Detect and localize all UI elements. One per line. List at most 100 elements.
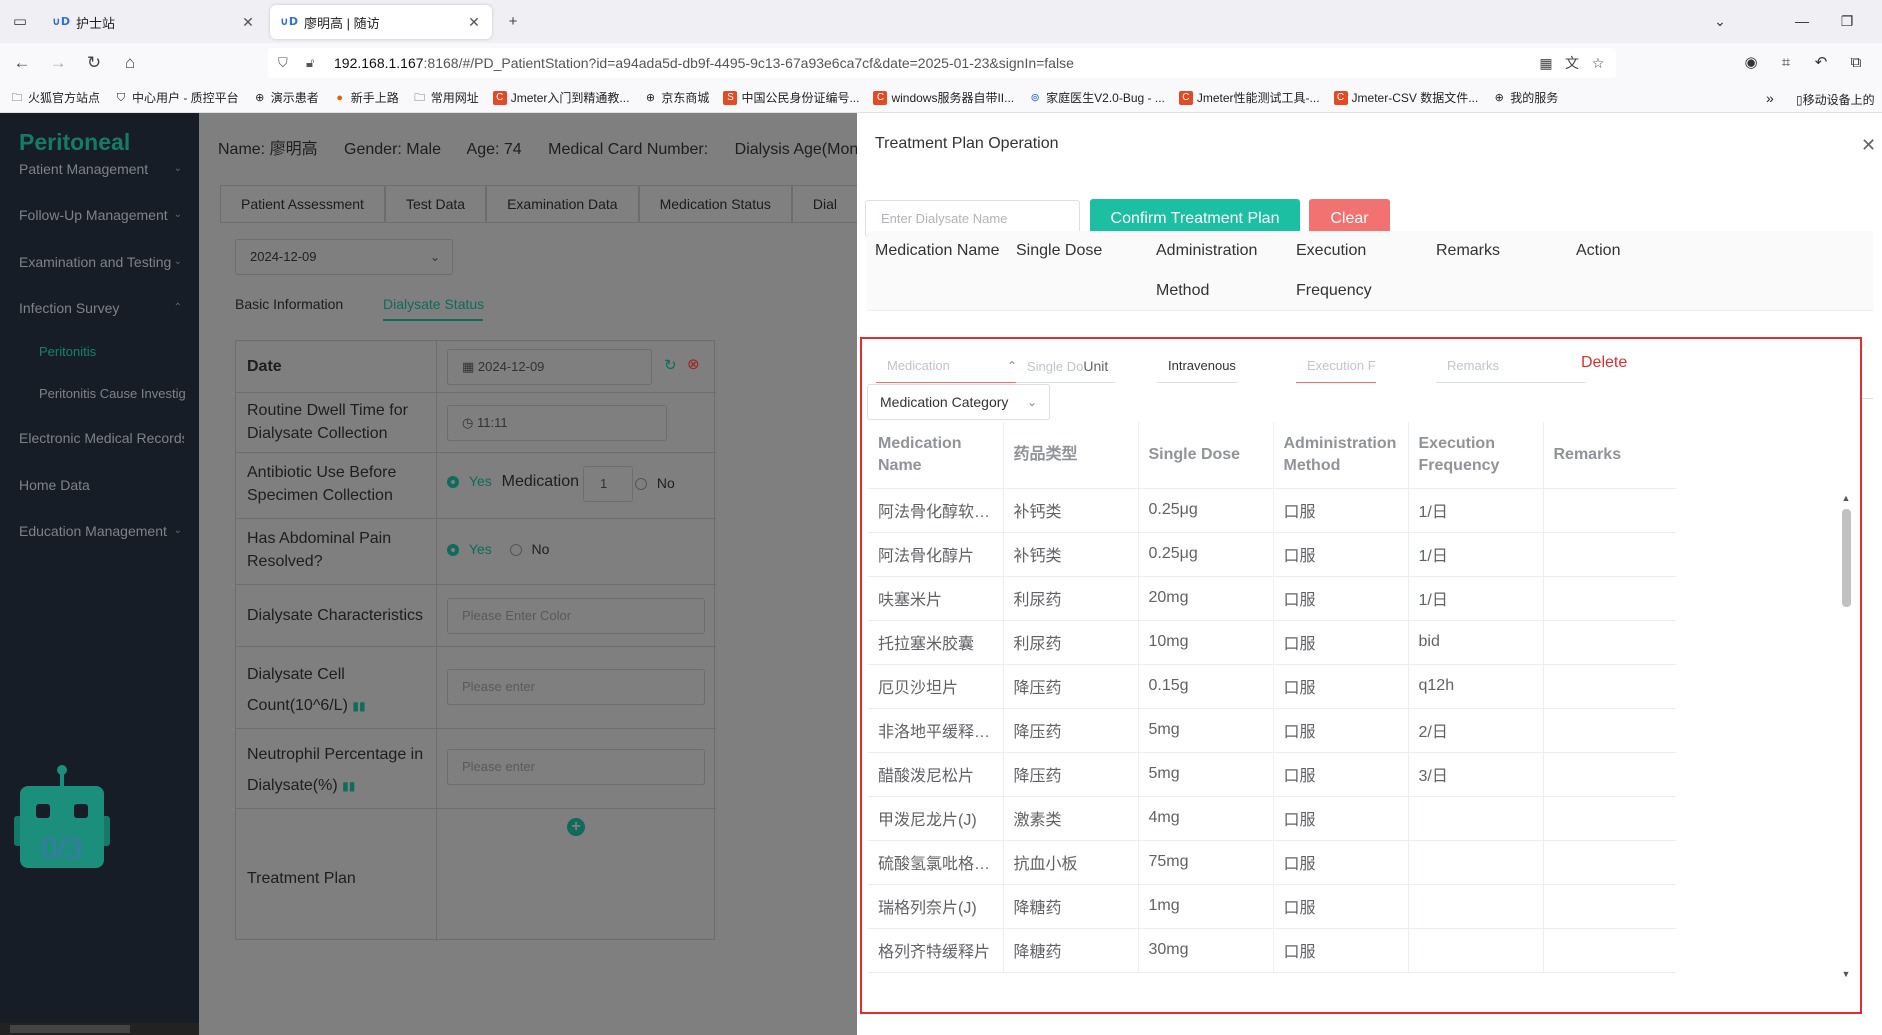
robot-assistant-icon[interactable]: 0/3 <box>14 764 110 878</box>
bookmark-item[interactable]: ● 新手上路 <box>333 89 398 106</box>
sidebar-item[interactable]: Peritonitis <box>39 344 204 359</box>
sidebar-item[interactable]: Electronic Medical Records <box>19 430 184 446</box>
chart-icon[interactable]: ▮▮ <box>352 699 365 713</box>
sidebar-item[interactable]: Infection Survey ⌃ <box>19 300 184 316</box>
scroll-up-icon[interactable]: ▲ <box>1839 491 1853 505</box>
single-dose-input[interactable]: Single DoUnit <box>1016 353 1115 383</box>
close-icon[interactable]: ✕ <box>240 14 256 31</box>
date-select[interactable]: 2024-12-09 ⌄ <box>235 239 453 275</box>
bookmark-item[interactable]: ⊕ 京东商城 <box>643 89 710 106</box>
table-row[interactable]: 非洛地平缓释片(H) 降压药 5mg 口服 2/日 <box>868 708 1676 753</box>
chevron-down-icon[interactable]: ⌄ <box>1709 10 1731 32</box>
table-row[interactable]: 厄贝沙坦片 降压药 0.15g 口服 q12h <box>868 664 1676 709</box>
radio-no[interactable] <box>635 478 647 491</box>
table-row[interactable]: 阿法骨化醇软胶囊(J)补钙类0.25μg口服1/日 <box>868 488 1676 533</box>
table-row[interactable]: 甲泼尼龙片(J) 激素类 4mg 口服 <box>868 796 1676 841</box>
insecure-lock-icon[interactable]: 🔓︎ <box>306 55 324 71</box>
table-row[interactable]: 托拉塞米胶囊 利尿药 10mg 口服 bid <box>868 620 1676 665</box>
forward-icon[interactable]: → <box>47 52 69 74</box>
sidebar-item[interactable]: Home Data <box>19 477 184 493</box>
add-treatment-button[interactable]: + <box>567 818 585 836</box>
scroll-down-icon[interactable]: ▼ <box>1839 967 1853 981</box>
bookmarks-overflow-icon[interactable]: » <box>1766 90 1774 106</box>
tab-list-icon[interactable]: ▭ <box>9 10 31 32</box>
bookmark-item[interactable]: S 中国公民身份证编号... <box>723 89 859 106</box>
sidebar-item[interactable]: Examination and Testing ⌄ <box>19 254 184 270</box>
bookmark-item[interactable]: ⊕ 我的服务 <box>1492 89 1559 106</box>
close-icon[interactable]: ✕ <box>1861 135 1876 156</box>
time-picker[interactable]: ◷ 11:11 <box>447 405 667 441</box>
subtab-dialysate-status[interactable]: Dialysate Status <box>383 296 484 312</box>
sidebar-item[interactable]: Education Management ⌄ <box>19 523 184 539</box>
browser-tab-nurse-station[interactable]: ∪D 护士站 ✕ <box>42 5 266 39</box>
home-icon[interactable]: ⌂ <box>119 52 141 74</box>
administration-method-select[interactable]: Intravenous <box>1157 353 1237 383</box>
close-icon[interactable]: ✕ <box>466 14 482 31</box>
refresh-icon[interactable]: ↻ <box>664 356 677 374</box>
bookmark-item[interactable]: ⊚ 家庭医生V2.0-Bug - ... <box>1028 89 1165 106</box>
neutrophil-input[interactable]: Please enter <box>447 749 705 785</box>
back-icon[interactable]: ← <box>11 52 33 74</box>
star-icon[interactable]: ☆ <box>1588 53 1608 73</box>
clear-circle-icon[interactable]: ⊗ <box>687 355 700 373</box>
patient-tab[interactable]: Patient Assessment <box>220 185 385 223</box>
medication-table-scrollbar[interactable]: ▲ ▼ <box>1839 491 1853 981</box>
remarks-input[interactable]: Remarks <box>1436 353 1586 383</box>
account-icon[interactable]: ◉ <box>1740 52 1762 74</box>
chart-icon[interactable]: ▮▮ <box>342 779 355 793</box>
sidebar-item[interactable]: Peritonitis Cause Investig <box>39 386 204 401</box>
table-cell: 75mg <box>1138 840 1274 885</box>
bookmark-item[interactable]: C Jmeter入门到精通教... <box>492 89 629 106</box>
screenshot-icon[interactable]: ⌗ <box>1775 52 1797 74</box>
subtab-basic-information[interactable]: Basic Information <box>235 296 343 312</box>
radio-yes[interactable] <box>447 544 459 557</box>
table-row[interactable]: 醋酸泼尼松片 降压药 5mg 口服 3/日 <box>868 752 1676 797</box>
table-row[interactable]: 硫酸氢氯吡格雷片 抗血小板 75mg 口服 <box>868 840 1676 885</box>
table-row[interactable]: 瑞格列奈片(J) 降糖药 1mg 口服 <box>868 884 1676 929</box>
bookmark-item[interactable]: C Jmeter性能测试工具-... <box>1178 89 1320 106</box>
medication-count-input[interactable]: 1 <box>583 466 633 502</box>
url-path: :8168/#/PD_PatientStation?id=a94ada5d-db… <box>423 55 1074 71</box>
bookmark-item[interactable]: ⛉ 中心用户 - 质控平台 <box>114 89 239 106</box>
reload-icon[interactable]: ↻ <box>83 52 105 74</box>
scrollbar-thumb[interactable] <box>1842 509 1851 607</box>
qr-code-icon[interactable]: ▦ <box>1536 53 1556 73</box>
patient-tab[interactable]: Medication Status <box>638 185 792 223</box>
cell-count-input[interactable]: Please enter <box>447 669 705 705</box>
shield-icon[interactable]: ⛉ <box>278 55 296 71</box>
restore-icon[interactable]: ❐ <box>1836 10 1858 32</box>
translate-icon[interactable]: 文 <box>1562 53 1582 73</box>
color-input[interactable]: Please Enter Color <box>447 598 705 634</box>
medication-select[interactable]: Medication ⌃ <box>876 353 1027 383</box>
table-row[interactable]: 格列齐特缓释片 降糖药 30mg 口服 <box>868 928 1676 973</box>
radio-yes[interactable] <box>447 476 459 489</box>
bookmark-item[interactable]: 🗀︎ 常用网址 <box>413 89 479 106</box>
delete-button[interactable]: Delete <box>1581 354 1627 372</box>
execution-frequency-input[interactable]: Execution Fre <box>1296 353 1376 383</box>
browser-tab-followup[interactable]: ∪D 廖明高 | 随访 ✕ <box>270 5 492 39</box>
sidebar-scrollbar[interactable] <box>0 1023 199 1035</box>
bookmark-item[interactable]: ⊕ 演示患者 <box>253 89 319 106</box>
undo-icon[interactable]: ↶ <box>1810 52 1832 74</box>
minimize-icon[interactable]: — <box>1791 10 1813 32</box>
table-row[interactable]: 阿法骨化醇片 补钙类 0.25μg 口服 1/日 <box>868 532 1676 577</box>
mobile-bookmarks[interactable]: ▯移动设备上的 <box>1796 91 1875 108</box>
radio-no[interactable] <box>509 544 522 557</box>
sidebar-item[interactable]: Follow-Up Management ⌄ <box>19 207 184 223</box>
patient-tab[interactable]: Dial <box>791 185 859 223</box>
date-picker[interactable]: ▦ 2024-12-09 <box>447 349 652 385</box>
patient-tab[interactable]: Test Data <box>384 185 487 223</box>
sidebar-item[interactable]: Patient Management ⌄ <box>19 161 184 177</box>
form-row-characteristics: Dialysate Characteristics Please Enter C… <box>236 585 716 647</box>
scrollbar-thumb[interactable] <box>10 1025 130 1033</box>
extensions-icon[interactable]: ⧉ <box>1845 52 1867 74</box>
medication-category-select[interactable]: Medication Category ⌄ <box>867 384 1050 420</box>
table-cell: 口服 <box>1273 928 1409 973</box>
table-row[interactable]: 呋塞米片 利尿药 20mg 口服 1/日 <box>868 576 1676 621</box>
bookmark-item[interactable]: 🗀︎ 火狐官方站点 <box>10 89 101 106</box>
bookmark-item[interactable]: Cwindows服务器自带II... <box>873 89 1014 106</box>
new-tab-icon[interactable]: + <box>502 10 524 32</box>
address-bar[interactable]: ⛉ 🔓︎ 192.168.1.167 :8168/#/PD_PatientSta… <box>268 48 1616 78</box>
bookmark-item[interactable]: C Jmeter-CSV 数据文件... <box>1333 89 1478 106</box>
patient-tab[interactable]: Examination Data <box>486 185 639 223</box>
